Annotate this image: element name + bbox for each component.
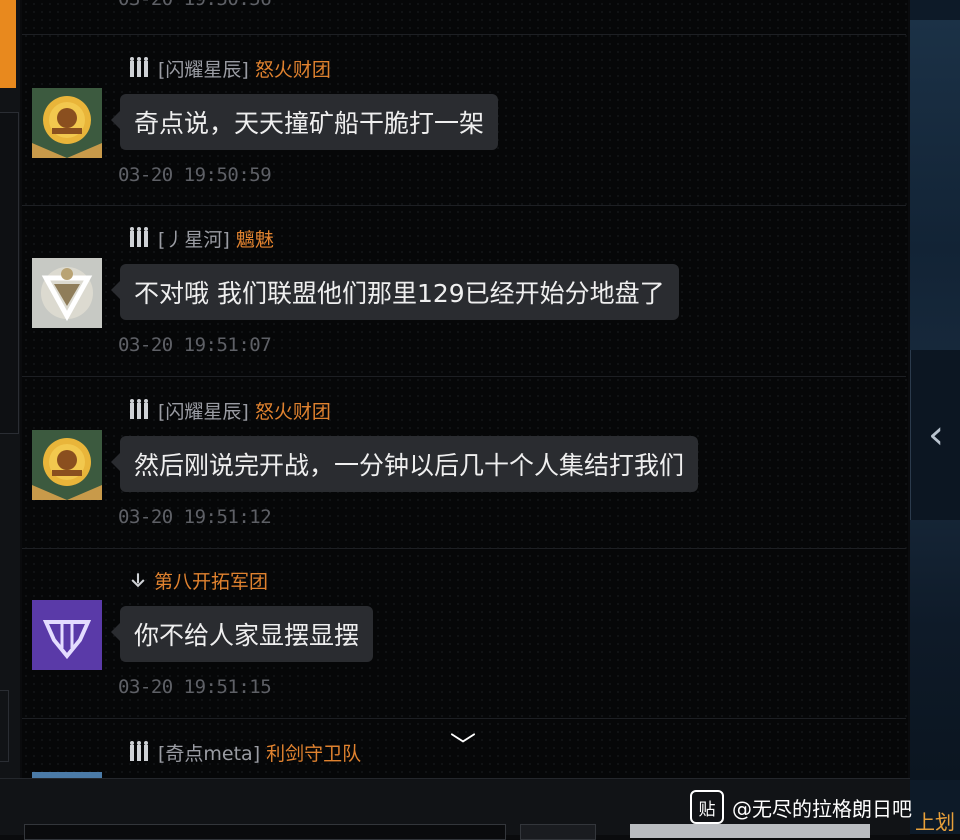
message-bubble[interactable]: 你不给人家显摆显摆: [110, 606, 374, 662]
player-avatar[interactable]: [32, 430, 102, 500]
message-divider: [22, 718, 906, 719]
chat-log[interactable]: 03-20 19:50:56 [闪耀星辰] 怒火财团 奇点说，天天撞矿船干脆打一…: [22, 0, 908, 778]
player-name[interactable]: 第八开拓军团: [154, 567, 268, 594]
message-timestamp: 03-20 19:50:56: [118, 0, 272, 10]
player-avatar[interactable]: [32, 88, 102, 158]
player-name[interactable]: 怒火财团: [255, 55, 331, 82]
alliance-tag[interactable]: [闪耀星辰]: [158, 55, 249, 82]
player-avatar[interactable]: [32, 258, 102, 328]
message-divider: [22, 34, 906, 35]
collapse-panel-button[interactable]: ‹: [910, 350, 960, 520]
message-timestamp: 03-20 19:51:15: [118, 676, 272, 698]
right-side-panel: ‹ 上划: [910, 0, 960, 834]
side-tag[interactable]: 上划: [910, 806, 960, 834]
message-header: 第八开拓军团: [128, 566, 268, 594]
message-timestamp: 03-20 19:51:12: [118, 506, 272, 528]
alliance-tag[interactable]: [奇点meta]: [158, 739, 260, 766]
left-panel-frame-lower: [0, 690, 9, 762]
left-side-panel: [0, 0, 20, 834]
rank-bars-icon: [130, 227, 148, 247]
scroll-to-bottom-icon[interactable]: ﹀: [440, 728, 486, 762]
tieba-logo-icon: 贴: [690, 790, 724, 824]
rank-bars-icon: [130, 741, 148, 761]
message-header: [闪耀星辰] 怒火财团: [128, 396, 331, 424]
message-bubble[interactable]: 然后刚说完开战，一分钟以后几十个人集结打我们: [110, 436, 699, 492]
rank-arrow-icon: [131, 573, 145, 588]
message-divider: [22, 548, 906, 549]
message-timestamp: 03-20 19:50:59: [118, 164, 272, 186]
message-timestamp: 03-20 19:51:07: [118, 334, 272, 356]
chevron-left-icon: ‹: [928, 412, 944, 458]
rank-bars-icon: [130, 399, 148, 419]
alliance-tag[interactable]: [闪耀星辰]: [158, 397, 249, 424]
left-accent-tab[interactable]: [0, 0, 16, 88]
player-name[interactable]: 魑魅: [236, 225, 274, 252]
send-button[interactable]: [630, 824, 870, 838]
message-divider: [22, 376, 906, 377]
player-name[interactable]: 怒火财团: [255, 397, 331, 424]
message-bubble[interactable]: 奇点说，天天撞矿船干脆打一架: [110, 94, 499, 150]
player-avatar[interactable]: [32, 600, 102, 670]
message-header: [奇点meta] 利剑守卫队: [128, 738, 361, 766]
left-panel-frame: [0, 112, 19, 434]
message-divider: [22, 205, 906, 206]
alliance-tag[interactable]: [丿星河]: [158, 225, 230, 252]
watermark: 贴 @无尽的拉格朗日吧: [690, 790, 912, 824]
chat-input[interactable]: [24, 824, 506, 840]
emoji-button[interactable]: [520, 824, 596, 840]
rank-bars-icon: [130, 57, 148, 77]
message-header: [闪耀星辰] 怒火财团: [128, 54, 331, 82]
message-bubble[interactable]: 不对哦 我们联盟他们那里129已经开始分地盘了: [111, 264, 679, 320]
message-header: [丿星河] 魑魅: [128, 224, 274, 252]
player-name[interactable]: 利剑守卫队: [266, 739, 361, 766]
watermark-text: @无尽的拉格朗日吧: [732, 796, 912, 821]
